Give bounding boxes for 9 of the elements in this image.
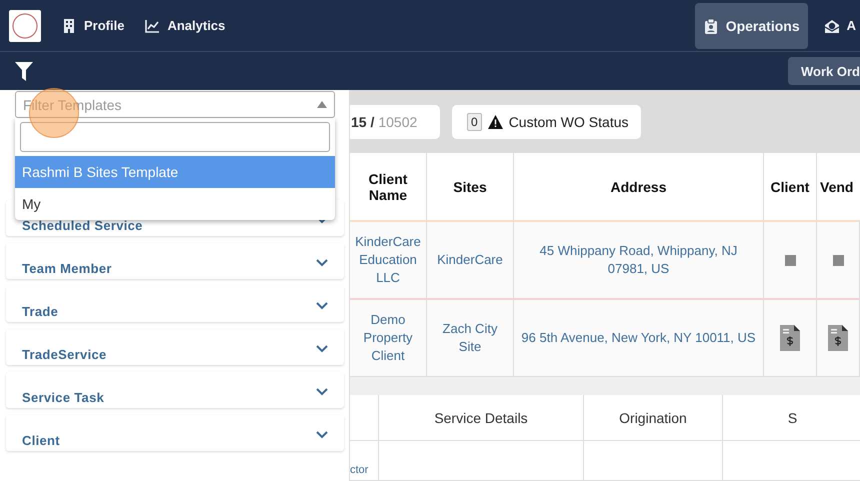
count-badge: 0 [467,112,482,130]
column-header: Origination [584,395,723,441]
column-header: Service Details [379,395,584,441]
status-label: Custom WO Status [508,114,628,130]
table-cell: ctor [350,441,379,481]
total-text: 10502 [378,114,418,130]
count-text: 15 / [351,114,374,130]
column-header: S [723,395,860,441]
column-header: Vend [819,178,854,196]
